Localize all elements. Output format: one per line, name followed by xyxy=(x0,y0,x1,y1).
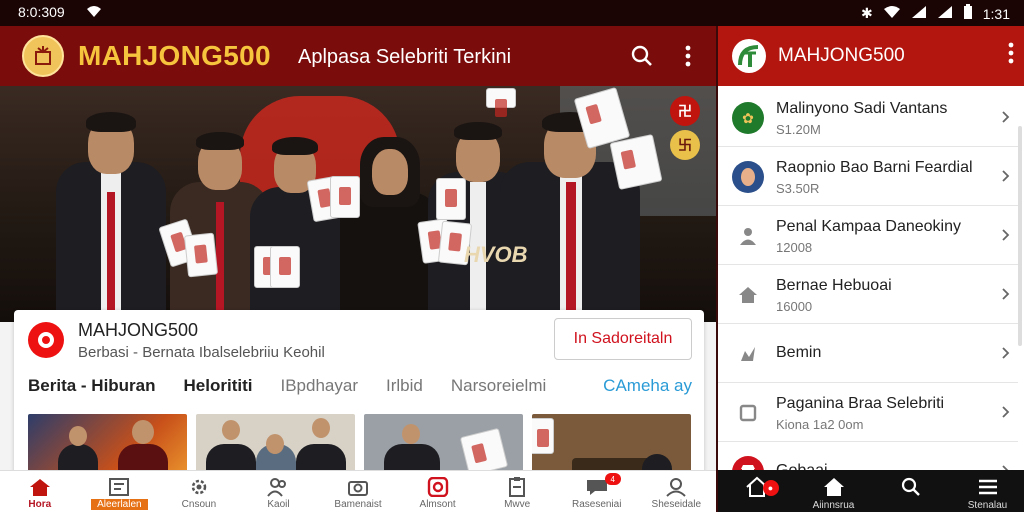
side-nav-search[interactable] xyxy=(872,470,949,512)
tab-irlbid[interactable]: Irlbid xyxy=(386,376,423,406)
side-panel: MAHJONG500 ✿ Malinyono Sadi Vantans S1.2… xyxy=(716,26,1024,512)
news-icon xyxy=(109,478,130,496)
app-info-card: MAHJONG500 Berbasi - Bernata Ibalselebri… xyxy=(14,310,704,490)
camera-icon xyxy=(348,481,369,496)
side-nav-menu[interactable]: Stenalau xyxy=(949,470,1024,512)
gear-icon xyxy=(191,479,207,495)
mahjong-logo-icon xyxy=(35,46,51,65)
avatar-icon xyxy=(732,161,764,193)
wifi-icon xyxy=(883,5,901,22)
bluetooth-icon: ✱ xyxy=(861,5,873,21)
list-item[interactable]: Raopnio Bao Barni Feardial S3.50R xyxy=(718,147,1018,206)
nav-item-settings[interactable]: Cnsoun xyxy=(159,471,239,512)
install-button[interactable]: In Sadoreitaln xyxy=(554,318,692,360)
search-icon xyxy=(901,477,920,496)
playing-card xyxy=(436,178,466,220)
list-item[interactable]: Paganina Braa Selebriti Kiona 1a2 0om xyxy=(718,383,1018,442)
person-icon xyxy=(732,220,764,252)
tablet-icon xyxy=(732,397,764,429)
app-logo-small xyxy=(28,322,64,358)
more-vert-icon xyxy=(685,45,691,67)
signal-icon xyxy=(911,5,927,22)
main-app: MAHJONG500 Aplpasa Selebriti Terkini HVO… xyxy=(0,26,716,512)
chevron-right-icon xyxy=(1002,406,1010,418)
mahjong-tile-icon[interactable]: 卐 xyxy=(670,130,700,160)
app-subtitle: Aplpasa Selebriti Terkini xyxy=(298,46,512,68)
hero-watermark: HVOB xyxy=(464,242,528,267)
side-list: ✿ Malinyono Sadi Vantans S1.20M Raopnio … xyxy=(718,88,1018,501)
nav-item-home[interactable]: Hora xyxy=(0,471,80,512)
search-icon xyxy=(631,45,652,66)
list-item[interactable]: Bernae Hebuoai 16000 xyxy=(718,265,1018,324)
mahjong-badge-icon[interactable]: 卍 xyxy=(670,96,700,126)
info-app-name: MAHJONG500 xyxy=(78,320,199,340)
plant-icon: ✿ xyxy=(732,102,764,134)
clipboard-icon xyxy=(509,477,526,497)
tab-narsoreielmi[interactable]: Narsoreielmi xyxy=(451,376,546,406)
hero-person xyxy=(56,112,166,322)
signal-icon xyxy=(937,5,953,22)
list-item[interactable]: ✿ Malinyono Sadi Vantans S1.20M xyxy=(718,88,1018,147)
nav-item-instagram[interactable]: Almsont xyxy=(398,471,478,512)
instagram-icon xyxy=(427,477,448,497)
app-logo[interactable] xyxy=(22,35,64,77)
nav-item-chat[interactable]: 4 Raseseniai xyxy=(557,471,637,512)
list-item[interactable]: Bemin xyxy=(718,324,1018,383)
side-app-bar: MAHJONG500 xyxy=(718,26,1024,86)
chevron-right-icon xyxy=(1002,288,1010,300)
home-icon xyxy=(823,478,844,496)
app-bar: MAHJONG500 Aplpasa Selebriti Terkini xyxy=(0,26,716,86)
app-brand: MAHJONG500 xyxy=(78,40,271,71)
app-logo-icon xyxy=(738,45,759,67)
side-scrollbar[interactable] xyxy=(1018,126,1022,346)
nav-item-people[interactable]: Kaoil xyxy=(239,471,319,512)
chevron-right-icon xyxy=(1002,111,1010,123)
battery-icon xyxy=(963,4,973,23)
chat-badge: 4 xyxy=(604,473,621,485)
playing-card xyxy=(270,246,300,288)
hero-person xyxy=(250,137,340,322)
status-time-right: 1:31 xyxy=(982,5,1010,22)
star-icon xyxy=(732,338,764,370)
list-item[interactable]: Penal Kampaa Daneokiny 12008 xyxy=(718,206,1018,265)
tab-selebriti[interactable]: Helorititi xyxy=(184,376,253,406)
side-more-button[interactable] xyxy=(1008,42,1014,69)
notification-badge: ● xyxy=(762,480,779,496)
more-menu-button[interactable] xyxy=(672,40,704,72)
wifi-icon xyxy=(86,4,102,21)
nav-item-news[interactable]: Aleerlalen xyxy=(80,471,160,512)
people-icon xyxy=(267,478,287,497)
tab-ibpdhayar[interactable]: IBpdhayar xyxy=(280,376,358,406)
playing-card xyxy=(486,88,516,117)
side-bottom-navigation: ● Aiinnsrua Stenalau xyxy=(718,470,1024,512)
status-bar: 8:0:309 ✱ 1:31 xyxy=(0,0,1024,26)
nav-item-profile[interactable]: Sheseidale xyxy=(637,471,717,512)
tab-see-more-link[interactable]: CAmeha ay xyxy=(603,376,692,406)
tab-berita-hiburan[interactable]: Berita - Hiburan xyxy=(28,376,156,406)
category-tabs: Berita - Hiburan Helorititi IBpdhayar Ir… xyxy=(28,376,692,406)
hero-banner[interactable]: HVOB 卍 卐 xyxy=(0,86,716,322)
side-logo[interactable] xyxy=(732,39,766,73)
profile-icon xyxy=(666,478,686,497)
home-icon xyxy=(732,279,764,311)
home-icon xyxy=(29,479,50,496)
side-title: MAHJONG500 xyxy=(778,45,905,66)
status-time: 8:0:309 xyxy=(18,4,65,20)
nav-item-clipboard[interactable]: Mwve xyxy=(477,471,557,512)
nav-item-camera[interactable]: Bamenaist xyxy=(318,471,398,512)
menu-icon xyxy=(978,479,997,495)
chevron-right-icon xyxy=(1002,347,1010,359)
bottom-navigation: Hora Aleerlalen Cnsoun Kaoil Bamenaist A… xyxy=(0,470,716,512)
search-button[interactable] xyxy=(626,40,658,72)
side-nav-home[interactable]: ● xyxy=(718,470,795,512)
side-nav-home-2[interactable]: Aiinnsrua xyxy=(795,470,872,512)
playing-card xyxy=(183,232,219,278)
chevron-right-icon xyxy=(1002,170,1010,182)
chevron-right-icon xyxy=(1002,229,1010,241)
more-vert-icon xyxy=(1008,42,1014,64)
info-app-description: Berbasi - Bernata Ibalselebriiu Keohil xyxy=(78,344,325,361)
playing-card xyxy=(330,176,360,218)
